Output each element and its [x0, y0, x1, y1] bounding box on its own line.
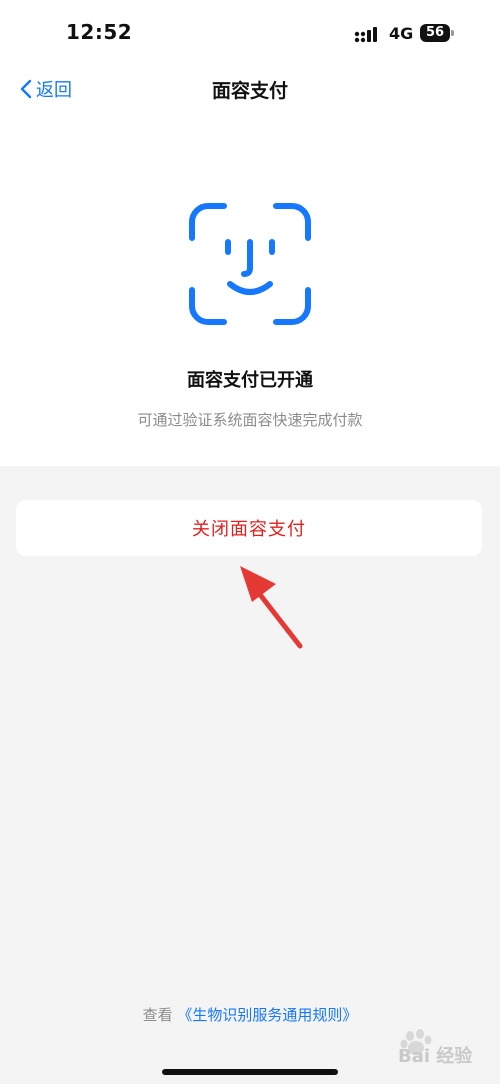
footer-rules: 查看 《生物识别服务通用规则》	[0, 1004, 500, 1025]
battery-cap	[451, 30, 454, 36]
status-time: 12:52	[66, 20, 133, 44]
disable-face-pay-label: 关闭面容支付	[192, 519, 306, 540]
signal-icon	[354, 27, 377, 43]
status-description: 可通过验证系统面容快速完成付款	[137, 411, 363, 429]
status-bar: 12:52 4G 56	[0, 0, 500, 64]
home-indicator[interactable]	[162, 1069, 338, 1075]
biometric-rules-link[interactable]: 《生物识别服务通用规则》	[177, 1006, 357, 1024]
page-title: 面容支付	[211, 80, 288, 102]
watermark-text: Bai 经验	[398, 1046, 473, 1067]
battery-level: 56	[425, 25, 445, 40]
disable-face-pay-button[interactable]: 关闭面容支付	[16, 500, 482, 556]
nav-bar: 返回 面容支付	[0, 64, 500, 112]
status-headline: 面容支付已开通	[187, 370, 313, 391]
face-id-icon	[189, 203, 311, 325]
annotation-arrow-icon	[240, 566, 303, 649]
network-type: 4G	[389, 24, 414, 43]
battery-icon: 56	[420, 24, 450, 42]
footer-prefix: 查看	[142, 1006, 173, 1024]
